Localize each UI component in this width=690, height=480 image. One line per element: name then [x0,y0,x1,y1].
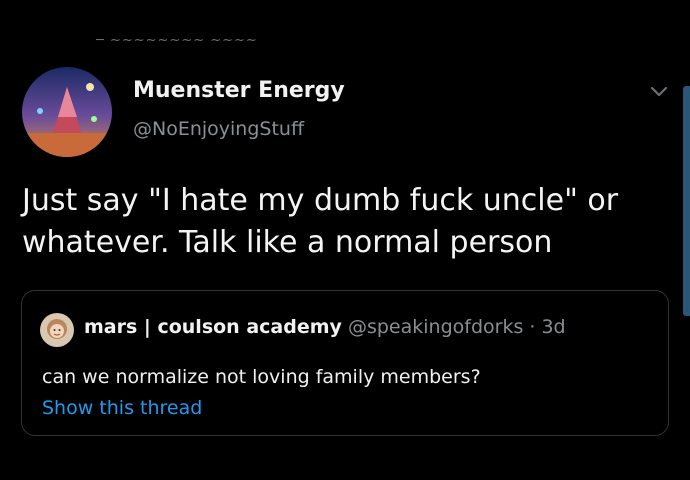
quoted-tweet-card[interactable]: mars | coulson academy @speakingofdorks … [21,290,669,436]
tweet-screen: ─ ~~~~~~~~ ~~~~ Muenster Energy @NoEnjoy… [0,0,690,480]
author-display-name[interactable]: Muenster Energy [133,78,345,103]
author-handle[interactable]: @NoEnjoyingStuff [133,118,304,140]
show-thread-link[interactable]: Show this thread [42,397,202,419]
chevron-down-icon[interactable] [648,80,670,102]
avatar[interactable] [22,67,112,157]
quoted-header: mars | coulson academy @speakingofdorks … [84,316,566,338]
quoted-tweet-text: can we normalize not loving family membe… [42,366,481,388]
quoted-avatar-image [40,313,74,347]
quoted-avatar[interactable] [40,313,74,347]
avatar-image [22,67,112,157]
previous-tweet-fragment: ─ ~~~~~~~~ ~~~~ [96,33,258,42]
tweet-text: Just say "I hate my dumb fuck uncle" or … [22,183,619,260]
quoted-display-name[interactable]: mars | coulson academy [84,316,342,338]
quoted-handle-time[interactable]: @speakingofdorks · 3d [348,316,566,338]
scrollbar[interactable] [683,86,690,316]
